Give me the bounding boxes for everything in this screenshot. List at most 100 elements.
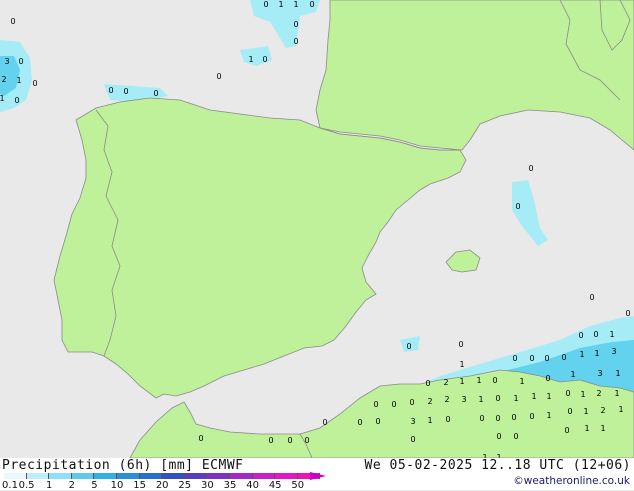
colorbar-swatch: [252, 473, 276, 479]
precip-value-label: 0: [268, 436, 273, 445]
precip-value-label: 0: [153, 89, 158, 98]
footer: Precipitation (6h) [mm] ECMWF We 05-02-2…: [0, 458, 634, 491]
colorbar-tick-label: 10: [110, 480, 124, 491]
precip-value-label: 3: [461, 395, 466, 404]
precip-value-label: 1: [614, 389, 619, 398]
precip-value-label: 0: [425, 379, 430, 388]
precip-value-label: 2: [444, 395, 449, 404]
map-title: Precipitation (6h) [mm] ECMWF: [2, 458, 244, 473]
precip-value-label: 0: [198, 434, 203, 443]
precip-value-label: 0: [545, 374, 550, 383]
precip-value-label: 3: [410, 417, 415, 426]
precip-value-label: 0: [529, 412, 534, 421]
precip-value-label: 1: [531, 392, 536, 401]
colorbar-swatch: [116, 473, 140, 479]
colorbar: [4, 473, 321, 479]
precip-value-label: 2: [1, 75, 6, 84]
colorbar-swatch: [229, 473, 253, 479]
precip-value-label: 0: [262, 55, 267, 64]
precip-value-label: 1: [583, 407, 588, 416]
precip-value-label: 1: [618, 405, 623, 414]
precip-value-label: 0: [625, 309, 630, 318]
precip-value-label: 0: [391, 400, 396, 409]
precip-value-label: 2: [600, 406, 605, 415]
precip-value-label: 0: [373, 400, 378, 409]
colorbar-tick-label: 30: [201, 480, 214, 491]
precip-value-label: 1: [459, 377, 464, 386]
precip-value-label: 1: [580, 390, 585, 399]
precip-value-label: 0: [304, 436, 309, 445]
precip-value-label: 0: [513, 432, 518, 441]
precip-value-label: 0: [309, 0, 314, 9]
colorbar-swatch: [94, 473, 117, 479]
precip-value-label: 0: [410, 435, 415, 444]
precip-value-label: 0: [357, 418, 362, 427]
precip-value-label: 1: [570, 370, 575, 379]
colorbar-swatch: [4, 473, 27, 479]
colorbar-swatch: [26, 473, 50, 479]
precip-value-label: 3: [4, 57, 9, 66]
precip-value-label: 0: [511, 413, 516, 422]
colorbar-tick-label: 35: [223, 480, 237, 491]
colorbar-swatch: [162, 473, 185, 479]
precip-value-label: 1: [519, 377, 524, 386]
precip-value-label: 1: [0, 94, 5, 103]
precip-value-label: 1: [513, 394, 518, 403]
precip-value-label: 0: [458, 340, 463, 349]
precip-value-label: 0: [512, 354, 517, 363]
colorbar-arrow: [310, 472, 326, 480]
precip-value-label: 0: [578, 331, 583, 340]
precip-value-label: 0: [492, 376, 497, 385]
colorbar-swatch: [139, 473, 163, 479]
precip-value-label: 0: [263, 0, 268, 9]
colorbar-swatch: [71, 473, 95, 479]
precip-value-label: 1: [600, 424, 605, 433]
precip-value-label: 0: [123, 87, 128, 96]
colorbar-tick-label: 5: [91, 480, 98, 491]
precip-value-label: 0: [293, 37, 298, 46]
colorbar-tick-label: 0.5: [18, 480, 35, 491]
precip-value-label: 0: [32, 79, 37, 88]
colorbar-tick-label: 40: [246, 480, 259, 491]
precip-value-label: 0: [14, 96, 19, 105]
precip-value-label: 0: [565, 389, 570, 398]
precip-value-label: 0: [108, 86, 113, 95]
colorbar-tick-label: 15: [133, 480, 146, 491]
colorbar-tick-label: 45: [268, 480, 282, 491]
precip-value-label: 0: [322, 418, 327, 427]
precip-value-label: 1: [427, 416, 432, 425]
precip-value-label: 1: [476, 376, 481, 385]
precip-value-label: 0: [529, 354, 534, 363]
credit-link[interactable]: ©weatheronline.co.uk: [513, 475, 630, 487]
precip-value-label: 3: [597, 369, 602, 378]
precip-value-label: 2: [443, 378, 448, 387]
colorbar-swatch: [207, 473, 230, 479]
precip-value-label: 0: [564, 426, 569, 435]
precip-value-label: 0: [589, 293, 594, 302]
precip-value-label: 0: [567, 407, 572, 416]
precip-value-label: 0: [406, 342, 411, 351]
precip-value-label: 0: [445, 415, 450, 424]
precip-value-label: 0: [495, 414, 500, 423]
precip-value-label: 0: [216, 72, 221, 81]
precip-value-label: 1: [584, 424, 589, 433]
precip-value-label: 0: [544, 354, 549, 363]
precip-value-label: 1: [615, 369, 620, 378]
colorbar-swatch: [184, 473, 208, 479]
precip-value-label: 1: [594, 349, 599, 358]
precip-value-label: 0: [409, 398, 414, 407]
precip-value-label: 0: [561, 353, 566, 362]
precip-value-label: 1: [248, 55, 253, 64]
precip-value-label: 1: [546, 411, 551, 420]
precip-value-label: 0: [375, 417, 380, 426]
colorbar-tick-label: 2: [68, 480, 75, 491]
colorbar-ticks: 0.1 0.5 1 2 5 10 15 20 25 30 35 40 45 50: [0, 480, 330, 491]
precip-value-label: 0: [528, 164, 533, 173]
precip-value-label: 1: [478, 395, 483, 404]
precip-value-label: 0: [495, 394, 500, 403]
precip-value-label: 0: [496, 432, 501, 441]
colorbar-tick-label: 25: [178, 480, 192, 491]
colorbar-tick-label: 20: [155, 480, 169, 491]
precip-value-label: 0: [515, 202, 520, 211]
precip-value-label: 0: [293, 20, 298, 29]
